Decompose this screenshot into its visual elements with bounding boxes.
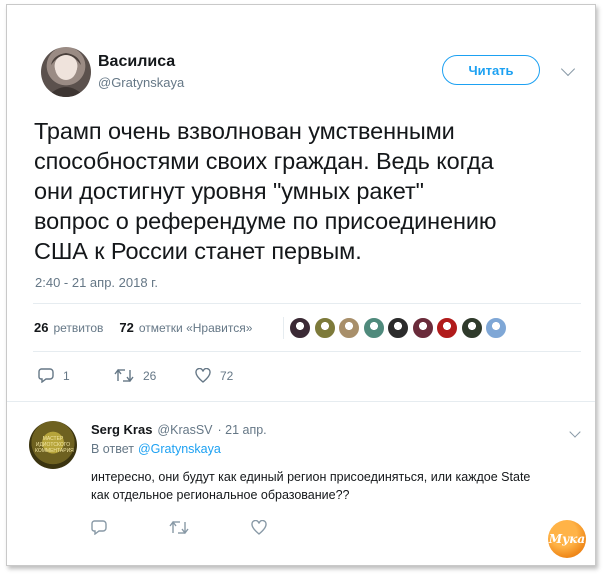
avatar-portrait-icon <box>47 53 85 97</box>
tweet-card: Василиса @Gratynskaya Читать Трамп очень… <box>6 4 596 566</box>
reply-like-action[interactable] <box>251 519 267 540</box>
like-action[interactable]: 72 <box>195 368 233 383</box>
reply-text-line: как отдельное региональное образование?? <box>91 488 350 502</box>
author-name[interactable]: Василиса <box>98 53 175 71</box>
stats-row: 26 ретвитов 72 отметки «Нравится» <box>34 320 252 335</box>
in-reply-label: В ответ <box>91 442 134 456</box>
retweet-icon <box>169 520 189 535</box>
reply-count: 1 <box>63 368 70 383</box>
watermark-logo: Мука <box>548 520 586 558</box>
reply-date[interactable]: · 21 апр. <box>218 423 267 437</box>
tweet-text-line: Трамп очень взволнован умственными <box>34 118 455 144</box>
liker-avatar[interactable] <box>387 317 409 339</box>
liker-avatar[interactable] <box>313 317 336 339</box>
liker-avatar[interactable] <box>485 317 507 339</box>
likers-avatars <box>289 317 507 339</box>
liker-avatar[interactable] <box>436 317 458 339</box>
in-reply-to: В ответ @Gratynskaya <box>91 442 221 456</box>
follow-button[interactable]: Читать <box>442 55 540 85</box>
divider <box>33 303 581 304</box>
divider <box>33 351 581 352</box>
tweet-timestamp[interactable]: 2:40 - 21 апр. 2018 г. <box>35 275 158 290</box>
author-handle[interactable]: @Gratynskaya <box>98 75 184 90</box>
chevron-down-icon[interactable] <box>560 61 576 77</box>
reply-chevron-down-icon[interactable] <box>569 426 581 438</box>
tweet-text-line: вопрос о референдуме по присоединению <box>34 208 497 234</box>
retweet-action[interactable]: 26 <box>114 368 156 383</box>
author-avatar[interactable] <box>41 47 91 97</box>
retweets-count[interactable]: 26 <box>34 320 48 335</box>
reply-avatar-text: МАСТЕР ИДИОТСКОГО КОММЕНТАРИЯ <box>35 436 74 454</box>
divider <box>7 401 595 402</box>
reply-action[interactable]: 1 <box>38 368 70 383</box>
tweet-text: Трамп очень взволнован умственными спосо… <box>34 116 594 266</box>
tweet-text-line: США к России станет первым. <box>34 238 362 264</box>
reply-text-line: интересно, они будут как единый регион п… <box>91 470 531 484</box>
reply-reply-action[interactable] <box>91 520 107 540</box>
reply-retweet-action[interactable] <box>169 520 189 540</box>
reply-icon <box>38 368 54 383</box>
like-count: 72 <box>220 368 234 383</box>
liker-avatar[interactable] <box>411 317 434 339</box>
heart-icon <box>251 519 267 535</box>
likes-label[interactable]: отметки «Нравится» <box>139 321 253 335</box>
tweet-text-line: способностями своих граждан. Ведь когда <box>34 148 494 174</box>
liker-avatar[interactable] <box>362 317 385 339</box>
reply-header: Serg Kras @KrasSV · 21 апр. <box>91 422 267 437</box>
reply-text: интересно, они будут как единый регион п… <box>91 468 581 504</box>
reply-author-avatar[interactable]: МАСТЕР ИДИОТСКОГО КОММЕНТАРИЯ <box>29 421 77 469</box>
tweet-text-line: они достигнут уровня "умных ракет" <box>34 178 424 204</box>
retweet-icon <box>114 368 134 383</box>
liker-avatar[interactable] <box>289 317 311 339</box>
reply-icon <box>91 520 107 536</box>
liker-avatar[interactable] <box>460 317 483 339</box>
heart-icon <box>195 368 211 383</box>
liker-avatar[interactable] <box>338 317 360 339</box>
retweets-label[interactable]: ретвитов <box>53 321 103 335</box>
reply-author-name[interactable]: Serg Kras <box>91 422 152 437</box>
in-reply-handle[interactable]: @Gratynskaya <box>138 442 221 456</box>
reply-author-handle[interactable]: @KrasSV <box>157 423 212 437</box>
retweet-count: 26 <box>143 368 157 383</box>
likes-count[interactable]: 72 <box>119 320 133 335</box>
